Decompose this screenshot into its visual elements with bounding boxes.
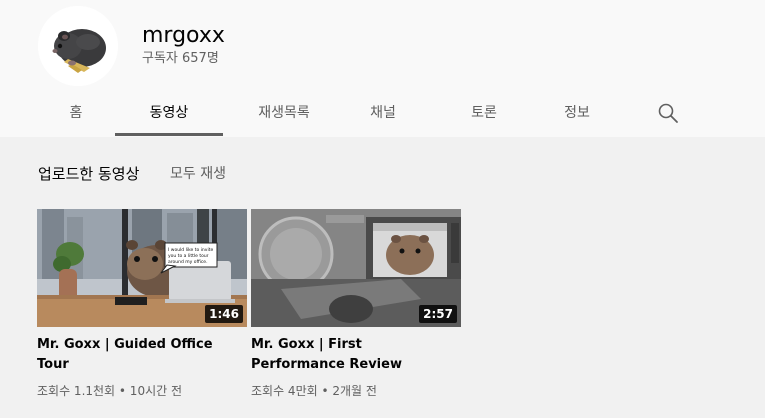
search-icon[interactable] (657, 102, 679, 124)
video-meta: 조회수 1.1천회 • 10시간 전 (37, 384, 183, 398)
tab-about[interactable]: 정보 (539, 94, 615, 136)
hamster-avatar-image (38, 6, 118, 86)
channel-name: mrgoxx (142, 23, 225, 48)
play-all-button[interactable]: 모두 재생 (170, 165, 226, 183)
thumbnail-caption-line-2: you to a little tour (168, 253, 209, 259)
thumbnail-caption-line-3: around my office. (168, 259, 208, 265)
video-title[interactable]: Mr. Goxx | First Performance Review (Wor… (251, 335, 456, 375)
section-title: 업로드한 동영상 (38, 165, 140, 183)
channel-tabs: 홈 동영상 재생목록 채널 토론 정보 (0, 94, 765, 136)
videos-section: 업로드한 동영상 모두 재생 I would like to invite yo… (0, 137, 765, 418)
tab-home[interactable]: 홈 (38, 94, 114, 136)
tab-channels[interactable]: 채널 (345, 94, 421, 136)
channel-avatar[interactable] (38, 6, 118, 86)
video-meta: 조회수 4만회 • 2개월 전 (251, 384, 377, 398)
video-thumbnail[interactable]: 2:57 (251, 209, 461, 327)
tab-videos[interactable]: 동영상 (115, 94, 223, 136)
thumbnail-caption-line-1: I would like to invite (168, 247, 213, 253)
tab-playlists[interactable]: 재생목록 (239, 94, 329, 136)
channel-header: mrgoxx 구독자 657명 홈 동영상 재생목록 채널 토론 정보 (0, 0, 765, 137)
video-title[interactable]: Mr. Goxx | Guided Office Tour (37, 335, 242, 375)
video-duration: 1:46 (205, 305, 243, 323)
video-duration: 2:57 (419, 305, 457, 323)
subscriber-count: 구독자 657명 (142, 51, 219, 66)
video-thumbnail[interactable]: I would like to invite you to a little t… (37, 209, 247, 327)
tab-discussion[interactable]: 토론 (446, 94, 522, 136)
